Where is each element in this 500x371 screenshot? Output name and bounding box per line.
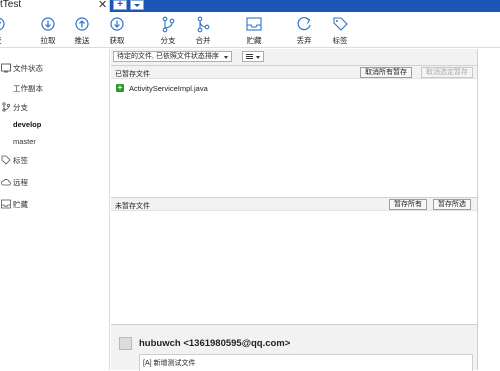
- commit-button[interactable]: 交: [0, 14, 18, 46]
- branch-icon: [162, 16, 175, 33]
- tag-button[interactable]: 标签: [320, 14, 360, 46]
- unstaged-title: 未暂存文件: [115, 203, 150, 210]
- tab-strip: [110, 0, 500, 12]
- cloud-icon: [1, 179, 11, 186]
- merge-icon: [197, 16, 210, 33]
- tag-icon: [1, 155, 11, 165]
- sort-dropdown[interactable]: 待定的文件, 已依照文件状态排序: [113, 51, 232, 62]
- unstage-all-button[interactable]: 取消所有暂存: [360, 67, 412, 78]
- diff-pane: [477, 49, 500, 370]
- close-icon[interactable]: ✕: [98, 0, 107, 11]
- view-mode-dropdown[interactable]: [242, 51, 264, 62]
- discard-icon: [297, 16, 311, 31]
- stage-selected-button[interactable]: 暂存所选: [433, 199, 471, 210]
- sidebar: 文件状态 工作副本 分支 develop master 标签 远程 贮藏: [0, 49, 110, 370]
- tag-icon: [333, 17, 348, 31]
- sidebar-item-branch-develop[interactable]: develop: [13, 120, 41, 129]
- fetch-button[interactable]: 获取: [97, 14, 137, 46]
- commit-message-text: [A] 新增测试文件: [143, 360, 196, 367]
- sidebar-item-branch-master[interactable]: master: [13, 137, 36, 146]
- added-icon: +: [116, 83, 124, 92]
- push-icon: [75, 17, 89, 31]
- list-icon: [246, 54, 253, 59]
- repo-tab[interactable]: tTest ✕: [0, 0, 110, 12]
- title-bar: tTest ✕ +: [0, 0, 500, 12]
- commit-area: hubuwch <1361980595@qq.com> [A] 新增测试文件: [111, 324, 477, 371]
- new-tab-button[interactable]: +: [113, 0, 127, 10]
- avatar: [119, 337, 132, 350]
- sidebar-item-working-copy[interactable]: 工作副本: [13, 83, 43, 94]
- unstaged-header: 未暂存文件 暂存所有 暂存所选: [111, 197, 477, 211]
- stage-all-button[interactable]: 暂存所有: [389, 199, 427, 210]
- commit-message-input[interactable]: [A] 新增测试文件: [139, 354, 473, 371]
- file-name: ActivityServiceImpl.java: [129, 84, 208, 93]
- main-panel: 待定的文件, 已依照文件状态排序 已暂存文件 取消所有暂存 取消选定暂存 + A…: [111, 49, 477, 371]
- stash-button[interactable]: 贮藏: [234, 14, 274, 46]
- commit-author: hubuwch <1361980595@qq.com>: [139, 338, 291, 349]
- branch-icon: [2, 102, 11, 112]
- discard-button[interactable]: 丢弃: [284, 14, 324, 46]
- merge-button[interactable]: 合并: [183, 14, 223, 46]
- fetch-icon: [110, 17, 124, 31]
- file-status-icon: [1, 63, 11, 73]
- push-button[interactable]: 推送: [62, 14, 102, 46]
- commit-icon: [0, 17, 5, 31]
- branch-button[interactable]: 分支: [148, 14, 188, 46]
- staged-title: 已暂存文件: [115, 71, 150, 78]
- toolbar: 交 拉取 推送 获取 分支: [0, 12, 500, 48]
- stash-icon: [1, 199, 11, 209]
- stash-icon: [246, 17, 262, 31]
- tab-menu-button[interactable]: [130, 0, 144, 10]
- unstage-selected-button[interactable]: 取消选定暂存: [421, 67, 473, 78]
- repo-tab-title: tTest: [0, 0, 22, 10]
- filter-bar: 待定的文件, 已依照文件状态排序: [111, 49, 477, 65]
- staged-header: 已暂存文件 取消所有暂存 取消选定暂存: [111, 65, 477, 79]
